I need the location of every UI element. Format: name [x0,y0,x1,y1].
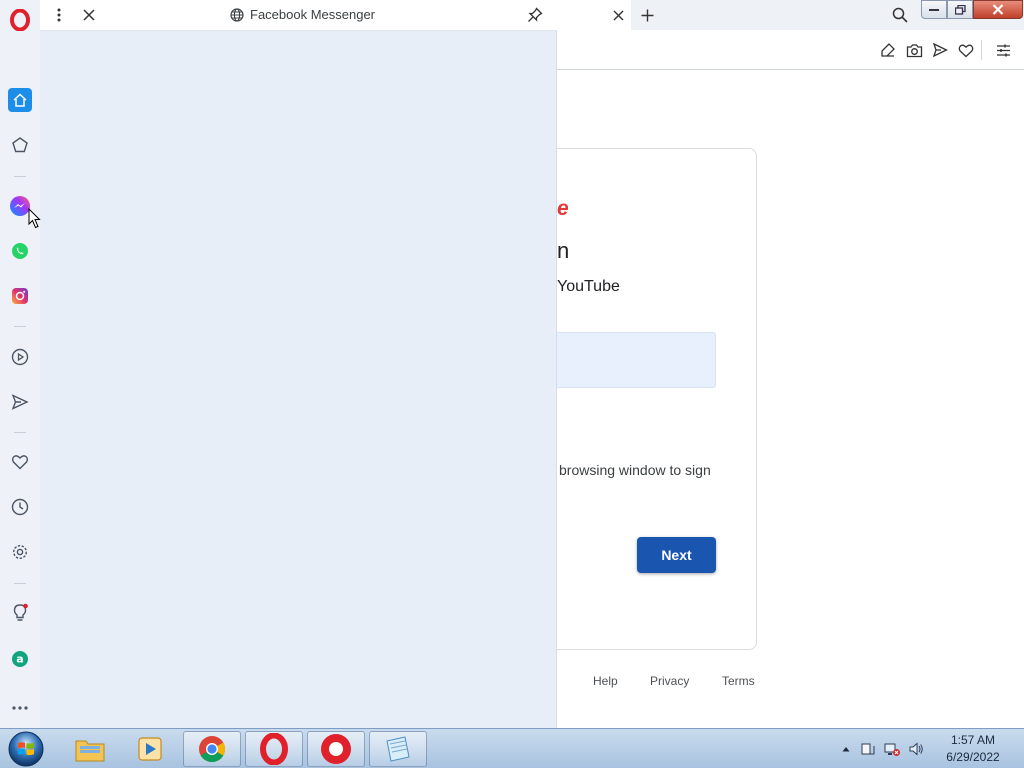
folder-icon [75,740,105,762]
sidebar-separator [14,326,26,327]
edit-icon[interactable] [877,39,899,61]
home-icon[interactable] [8,88,32,112]
email-field[interactable] [557,332,716,388]
restore-button[interactable] [947,0,973,19]
settings-icon[interactable] [8,540,32,564]
tab-close-icon[interactable] [607,4,629,26]
opera-icon [260,733,288,765]
panel-title-label: Facebook Messenger [250,7,376,22]
terms-link[interactable]: Terms [722,674,755,688]
show-hidden-icons-icon[interactable] [842,746,850,752]
media-player-icon [138,737,162,761]
windows-taskbar: 1:57 AM 6/29/2022 [0,728,1024,768]
start-button[interactable] [6,730,46,768]
globe-icon [230,7,244,22]
next-button[interactable]: Next [637,537,716,573]
easy-setup-icon[interactable] [992,39,1014,61]
sign-in-card [557,148,757,650]
brand-logo-fragment: e [557,197,569,220]
sidebar-separator [14,176,26,177]
taskbar-explorer[interactable] [61,731,119,767]
chrome-icon [199,736,226,763]
page-content: e n YouTube browsing window to sign Next… [557,70,1024,728]
minimize-button[interactable] [921,0,947,19]
volume-icon[interactable] [908,741,924,757]
browser-toolbar [557,30,1024,70]
heart-icon[interactable] [8,450,32,474]
whatsapp-icon[interactable] [8,239,32,263]
instagram-icon[interactable] [8,284,32,308]
aria-icon[interactable]: a [8,647,32,671]
share-send-icon[interactable] [929,39,951,61]
help-link[interactable]: Help [593,674,618,688]
clock-date: 6/29/2022 [946,750,1000,764]
panel-menu-icon[interactable] [48,4,70,26]
favorite-icon[interactable] [955,39,977,61]
clock-time: 1:57 AM [950,733,996,747]
window-close-button[interactable] [973,0,1023,19]
active-tab[interactable] [557,0,631,30]
sidebar-separator [14,432,26,433]
opera-red-icon [321,734,351,764]
history-icon[interactable] [8,495,32,519]
privacy-link[interactable]: Privacy [650,674,689,688]
taskbar-notepad[interactable] [369,731,427,767]
sign-in-heading-fragment: n [557,238,570,263]
messenger-panel: Facebook Messenger [40,0,557,728]
more-icon[interactable] [8,696,32,720]
windows-logo-icon [8,731,44,767]
taskbar-clock[interactable]: 1:57 AM 6/29/2022 [930,732,1016,766]
taskbar-opera[interactable] [245,731,303,767]
lightbulb-icon[interactable] [8,601,32,625]
speed-dial-icon[interactable] [8,133,32,157]
panel-close-icon[interactable] [78,4,100,26]
toolbar-divider [981,40,982,60]
action-center-icon[interactable] [860,741,876,757]
pin-icon[interactable] [524,4,546,26]
player-icon[interactable] [8,345,32,369]
taskbar-opera-gx[interactable] [307,731,365,767]
send-icon[interactable] [8,390,32,414]
svg-text:a: a [16,653,23,666]
panel-header: Facebook Messenger [40,0,557,31]
window-controls [921,0,1023,19]
taskbar-chrome[interactable] [183,731,241,767]
guest-mode-info-fragment: browsing window to sign [559,462,711,478]
network-icon[interactable] [884,741,900,757]
sidebar-separator [14,583,26,584]
search-tabs-icon[interactable] [889,4,911,26]
taskbar-media-player[interactable] [121,731,179,767]
panel-title: Facebook Messenger [230,7,375,22]
opera-sidebar: a [0,0,40,728]
system-tray [842,729,924,768]
opera-logo-icon[interactable] [8,8,32,32]
sign-in-subtitle-fragment: YouTube [557,278,620,295]
snapshot-icon[interactable] [903,39,925,61]
new-tab-icon[interactable] [636,4,658,26]
mouse-cursor-icon [28,208,41,229]
notepad-icon [386,736,410,762]
